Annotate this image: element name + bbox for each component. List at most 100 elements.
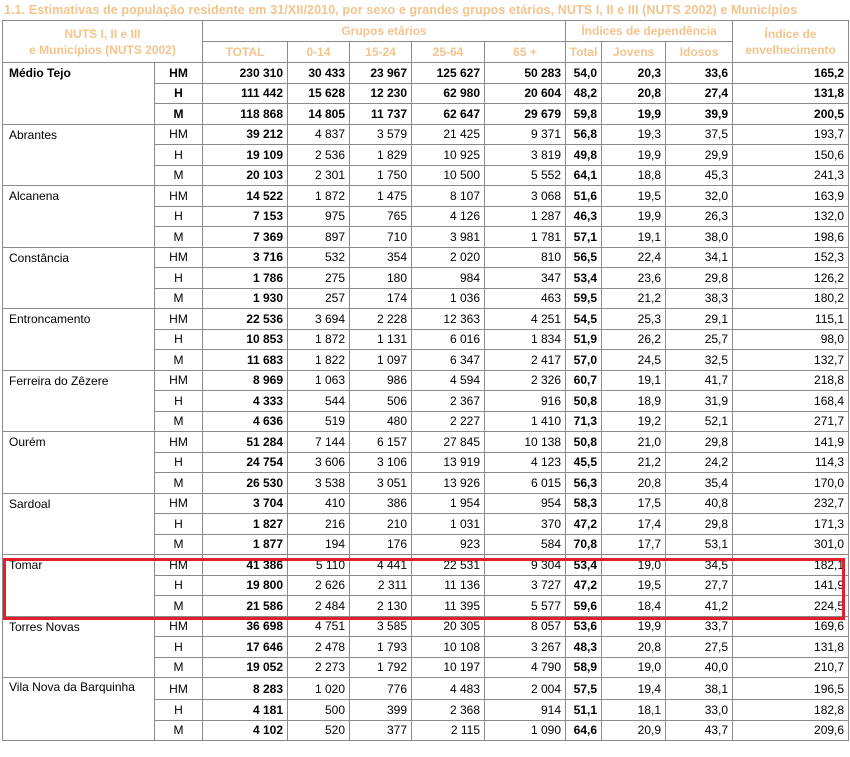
table-row: H4 181 500 399 2 368 914 51,1 18,1 33,0 182,8 <box>2 699 850 721</box>
cell-dep-total: 59,5 <box>565 287 603 309</box>
municipality-name <box>2 267 155 288</box>
cell-dep-total: 49,8 <box>565 144 603 166</box>
cell-age-25-64: 6 347 <box>411 349 486 371</box>
indices-dependencia-header: Índices de dependência <box>565 20 734 42</box>
municipality-name <box>2 144 155 165</box>
municipality-name <box>2 103 155 125</box>
sex-cell: M <box>153 410 204 432</box>
municipality-name <box>2 288 155 309</box>
municipality-name: Vila Nova da Barquinha <box>2 677 155 700</box>
municipality-name: Ferreira do Zêzere <box>2 369 155 391</box>
municipality-name: Abrantes <box>2 123 155 145</box>
table-row: H1 786 275 180 984 347 53,4 23,6 29,8 126,2 <box>2 267 850 289</box>
cell-age-0-14: 257 <box>287 287 351 309</box>
cell-dep-jovens: 20,8 <box>601 472 667 494</box>
cell-dep-jovens: 19,2 <box>601 410 667 432</box>
nuts-header-line1: NUTS I, II e III <box>64 26 141 41</box>
cell-age-0-14: 14 805 <box>287 103 351 125</box>
cell-envelhecimento: 271,7 <box>732 410 850 432</box>
municipality-name <box>2 226 155 248</box>
cell-dep-total: 56,5 <box>565 246 603 268</box>
cell-age-25-64: 10 500 <box>411 164 486 186</box>
table-row: H 19 109 2 536 1 829 10 925 3 819 49,8 19,9 29,9… <box>2 144 850 166</box>
cell-total: 21 586 <box>202 595 289 617</box>
cell-envelhecimento: 182,8 <box>732 699 850 721</box>
cell-dep-total: 58,9 <box>565 656 603 678</box>
cell-dep-jovens: 18,8 <box>601 164 667 186</box>
cell-envelhecimento: 241,3 <box>732 164 850 186</box>
cell-dep-total: 47,2 <box>565 513 603 535</box>
cell-age-0-14: 2 301 <box>287 164 351 186</box>
cell-age-0-14: 3 538 <box>287 472 351 494</box>
cell-total: 20 103 <box>202 164 289 186</box>
sex-cell: H <box>153 267 204 289</box>
cell-age-65-plus: 4 790 <box>484 656 567 678</box>
cell-age-15-24: 176 <box>349 533 413 555</box>
cell-dep-idosos: 34,1 <box>665 246 734 268</box>
cell-dep-idosos: 38,1 <box>665 677 734 700</box>
cell-age-65-plus: 9 304 <box>484 554 567 576</box>
cell-age-0-14: 275 <box>287 267 351 289</box>
cell-envelhecimento: 132,7 <box>732 349 850 371</box>
cell-age-0-14: 2 478 <box>287 636 351 658</box>
table-row: M1 877 194 176 923 584 70,8 17,7 53,1 301,0 <box>2 533 850 555</box>
municipality-name: Torres Novas <box>2 615 155 637</box>
cell-dep-total: 51,9 <box>565 328 603 350</box>
table-row: M4 636 519 480 2 227 1 410 71,3 19,2 52,1 271,7 <box>2 410 850 432</box>
municipality-name <box>2 657 155 678</box>
cell-age-65-plus: 50 283 <box>484 62 567 84</box>
cell-dep-idosos: 41,2 <box>665 595 734 617</box>
cell-age-25-64: 22 531 <box>411 554 486 576</box>
table-row: M4 102 520 377 2 115 1 090 64,6 20,9 43,7 209,6 <box>2 719 850 741</box>
cell-age-0-14: 1 822 <box>287 349 351 371</box>
cell-age-65-plus: 5 577 <box>484 595 567 617</box>
table-row: M 21 586 2 484 2 130 11 395 5 577 59,6 18,4 41,2… <box>2 595 850 617</box>
cell-total: 111 442 <box>202 82 289 104</box>
table-row: H 10 853 1 872 1 131 6 016 1 834 51,9 26,2 25,7 9… <box>2 328 850 350</box>
cell-age-15-24: 399 <box>349 699 413 721</box>
municipality-name <box>2 513 155 534</box>
cell-age-25-64: 11 136 <box>411 574 486 596</box>
table-row: Abrantes HM 39 212 4 837 3 579 21 425 9 371 56,… <box>2 123 850 145</box>
cell-age-15-24: 4 441 <box>349 554 413 576</box>
table-row: Sardoal HM 3 704 410 386 1 954 954 58,3 17,5 40,8… <box>2 492 850 514</box>
cell-age-25-64: 10 108 <box>411 636 486 658</box>
cell-dep-total: 57,5 <box>565 677 603 700</box>
cell-age-15-24: 1 792 <box>349 656 413 678</box>
cell-total: 19 052 <box>202 656 289 678</box>
cell-dep-idosos: 40,0 <box>665 656 734 678</box>
col-dep-total-header: Total <box>565 41 603 63</box>
sex-cell: M <box>153 103 204 125</box>
cell-age-0-14: 500 <box>287 699 351 721</box>
cell-envelhecimento: 169,6 <box>732 615 850 637</box>
table-row: H 17 646 2 478 1 793 10 108 3 267 48,3 20,8 27,5… <box>2 636 850 658</box>
cell-dep-total: 64,1 <box>565 164 603 186</box>
cell-age-25-64: 984 <box>411 267 486 289</box>
municipality-name: Entroncamento <box>2 308 155 329</box>
table-row: Constância HM 3 716 532 354 2 020 810 56,5 22,4 3… <box>2 246 850 268</box>
cell-age-65-plus: 20 604 <box>484 82 567 104</box>
cell-envelhecimento: 132,0 <box>732 205 850 227</box>
cell-dep-idosos: 29,9 <box>665 144 734 166</box>
cell-age-65-plus: 1 090 <box>484 719 567 741</box>
cell-total: 1 827 <box>202 513 289 535</box>
cell-total: 22 536 <box>202 308 289 330</box>
cell-dep-idosos: 41,7 <box>665 369 734 391</box>
table-row: H1 827 216 210 1 031 370 47,2 17,4 29,8 171,3 <box>2 513 850 535</box>
cell-dep-idosos: 27,7 <box>665 574 734 596</box>
cell-dep-idosos: 29,1 <box>665 308 734 330</box>
cell-total: 7 153 <box>202 205 289 227</box>
cell-dep-jovens: 18,9 <box>601 390 667 412</box>
municipality-name <box>2 411 155 432</box>
cell-age-65-plus: 1 781 <box>484 226 567 248</box>
cell-total: 19 109 <box>202 144 289 166</box>
sex-cell: M <box>153 719 204 741</box>
cell-dep-total: 59,6 <box>565 595 603 617</box>
cell-age-25-64: 2 367 <box>411 390 486 412</box>
cell-total: 4 636 <box>202 410 289 432</box>
cell-age-65-plus: 1 410 <box>484 410 567 432</box>
cell-total: 8 283 <box>202 677 289 700</box>
cell-age-25-64: 1 031 <box>411 513 486 535</box>
cell-envelhecimento: 210,7 <box>732 656 850 678</box>
cell-dep-total: 50,8 <box>565 390 603 412</box>
